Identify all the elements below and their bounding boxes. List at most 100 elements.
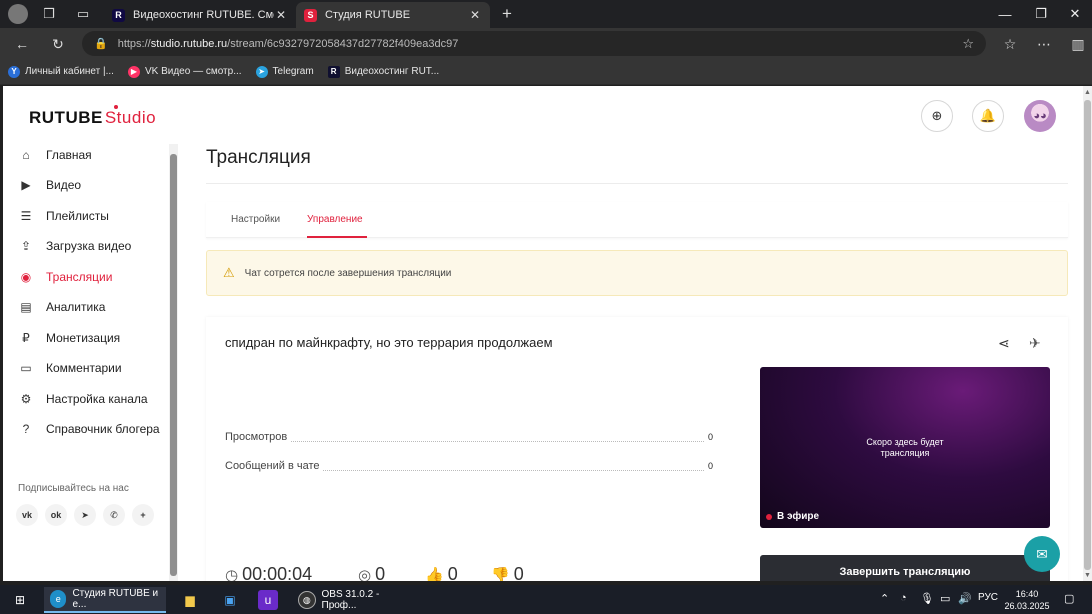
network-icon[interactable]: ▭	[940, 592, 950, 605]
clock-icon: ◷	[225, 566, 239, 582]
tabs-bar: Настройки Управление	[206, 202, 1068, 238]
sidebar-item-video[interactable]: ▶ Видео	[18, 174, 81, 196]
new-tab-button[interactable]: +	[498, 4, 516, 23]
minimize-button[interactable]: —	[986, 0, 1024, 28]
vk-icon[interactable]: vk	[16, 504, 38, 526]
more-icon[interactable]: +	[132, 504, 154, 526]
video-icon: ▶	[21, 178, 31, 192]
file-explorer-icon[interactable]: ▆	[180, 590, 200, 610]
tray-expand-icon[interactable]: ⌃	[880, 592, 889, 605]
warning-text: Чат сотрется после завершения трансляции	[244, 267, 452, 279]
profile-icon[interactable]	[8, 4, 28, 24]
sidebar-toggle-icon[interactable]: ▥	[1068, 34, 1088, 54]
windows-start-icon[interactable]: ⊞	[10, 590, 30, 610]
vk-video-icon: ▶	[127, 65, 140, 78]
tab-actions-icon[interactable]: ▭	[74, 5, 92, 23]
bookmark-item[interactable]: ▶ VK Видео — смотр...	[127, 65, 242, 78]
taskbar-app-obs[interactable]: ◍ OBS 31.0.2 - Проф...	[292, 587, 414, 613]
sidebar-item-home[interactable]: ⌂ Главная	[18, 144, 91, 166]
restream-icon[interactable]: ✈	[1029, 335, 1041, 352]
dotted-leader	[323, 462, 704, 471]
avatar[interactable]: ◕◕	[1024, 100, 1056, 132]
microphone-icon[interactable]: 🎙	[920, 592, 934, 605]
likes-stat: 👍 0	[425, 564, 458, 581]
close-icon[interactable]: ✕	[274, 8, 288, 22]
restore-button[interactable]: ❐	[1022, 0, 1060, 28]
scroll-down-arrow-icon[interactable]: ▼	[1083, 571, 1092, 580]
add-content-button[interactable]: ⊕	[921, 100, 953, 132]
end-stream-button[interactable]: Завершить трансляцию	[760, 555, 1050, 581]
favorite-star-icon[interactable]: ☆	[962, 36, 974, 52]
yandex-icon: Y	[8, 65, 20, 78]
tab-rutube-video[interactable]: R Видеохостинг RUTUBE. Смотрите ✕	[104, 2, 296, 28]
live-dot	[766, 513, 772, 520]
settings-icon: ⚙	[20, 392, 32, 406]
stream-card: спидран по майнкрафту, но это террария п…	[206, 317, 1068, 581]
thumbs-down-icon: 👎	[491, 566, 510, 582]
sidebar-scrollbar[interactable]	[169, 144, 178, 581]
warning-icon: ⚠	[223, 265, 235, 280]
active-tab-indicator	[307, 236, 367, 238]
bookmark-item[interactable]: R Видеохостинг RUT...	[327, 65, 439, 78]
page-scrollbar-thumb[interactable]	[1084, 100, 1091, 570]
page-scrollbar[interactable]: ▲ ▼	[1083, 86, 1092, 581]
refresh-icon[interactable]: ↻	[48, 34, 68, 54]
stream-title: спидран по майнкрафту, но это террария п…	[225, 335, 553, 350]
utorrent-icon[interactable]: u	[258, 590, 278, 610]
sidebar-item-comments[interactable]: ▭ Комментарии	[18, 357, 121, 379]
help-icon: ?	[22, 422, 30, 436]
close-icon[interactable]: ✕	[468, 8, 482, 22]
volume-icon[interactable]: 🔊	[958, 592, 972, 605]
rutube-studio-logo[interactable]: RUTUBE Studio	[29, 105, 156, 128]
sidebar-scrollbar-thumb[interactable]	[170, 154, 177, 576]
share-icon[interactable]: ⋖	[998, 335, 1010, 352]
comments-icon: ▭	[20, 361, 32, 375]
taskbar-app-edge[interactable]: e Студия RUTUBE и е...	[44, 587, 166, 613]
sidebar-item-monetization[interactable]: ₽ Монетизация	[18, 327, 120, 349]
logo-dot	[114, 105, 118, 109]
subscribe-label: Подписывайтесь на нас	[18, 483, 129, 494]
bookmark-item[interactable]: ➤ Telegram	[255, 65, 314, 78]
tab-rutube-studio[interactable]: S Студия RUTUBE ✕	[296, 2, 490, 28]
sidebar-item-analytics[interactable]: ▤ Аналитика	[18, 296, 105, 318]
window-close-button[interactable]: ✕	[1056, 0, 1092, 28]
rutube-favicon: R	[112, 8, 125, 22]
sidebar-item-playlists[interactable]: ☰ Плейлисты	[18, 205, 109, 227]
sidebar-item-broadcasts[interactable]: ◉ Трансляции	[18, 266, 113, 288]
preview-placeholder: Скоро здесь будет трансляция	[866, 437, 944, 458]
sidebar-item-upload[interactable]: ⇪ Загрузка видео	[18, 235, 131, 257]
tab-management[interactable]: Управление	[307, 214, 363, 225]
language-indicator[interactable]: РУС	[978, 592, 998, 603]
duration-stat: ◷ 00:00:04	[225, 564, 312, 581]
notifications-button[interactable]: 🔔	[972, 100, 1004, 132]
live-badge: В эфире	[766, 511, 819, 522]
address-field[interactable]: 🔒 https:// studio.rutube.ru /stream/6c93…	[82, 31, 986, 56]
sidebar-item-channel-settings[interactable]: ⚙ Настройка канала	[18, 388, 148, 410]
support-chat-button[interactable]: ✉	[1024, 536, 1060, 572]
obs-icon: ◍	[298, 591, 316, 609]
sidebar-item-help[interactable]: ? Справочник блогера	[18, 418, 160, 440]
home-icon: ⌂	[22, 148, 30, 162]
tab-settings[interactable]: Настройки	[231, 214, 280, 225]
tray-app-icon[interactable]: ◔	[900, 592, 907, 604]
views-stat: Просмотров 0	[225, 431, 713, 443]
favorites-icon[interactable]: ☆	[1000, 34, 1020, 54]
upload-icon: ⇪	[20, 239, 32, 253]
bookmark-item[interactable]: Y Личный кабинет |...	[8, 65, 114, 78]
address-bar-row: ← ↻ 🔒 https:// studio.rutube.ru /stream/…	[0, 28, 1092, 59]
scroll-up-arrow-icon[interactable]: ▲	[1083, 88, 1092, 97]
more-icon[interactable]: ⋯	[1034, 34, 1054, 54]
dislikes-stat: 👎 0	[491, 564, 524, 581]
store-icon[interactable]: ▣	[220, 590, 240, 610]
url-scheme: https://	[117, 37, 151, 50]
stream-preview[interactable]: Скоро здесь будет трансляция В эфире	[760, 367, 1050, 528]
back-icon[interactable]: ←	[12, 34, 32, 54]
notifications-center-icon[interactable]: ▢	[1064, 592, 1074, 605]
ok-icon[interactable]: ok	[45, 504, 67, 526]
viber-icon[interactable]: ✆	[103, 504, 125, 526]
telegram-icon[interactable]: ➤	[74, 504, 96, 526]
web-page: RUTUBE Studio ⊕ 🔔 ◕◕ ⌂ Главная ▶ Видео ☰ …	[3, 86, 1083, 581]
workspaces-icon[interactable]: ❒	[40, 5, 58, 23]
clock[interactable]: 16:40 26.03.2025	[1004, 588, 1050, 612]
edge-icon: e	[50, 590, 67, 608]
